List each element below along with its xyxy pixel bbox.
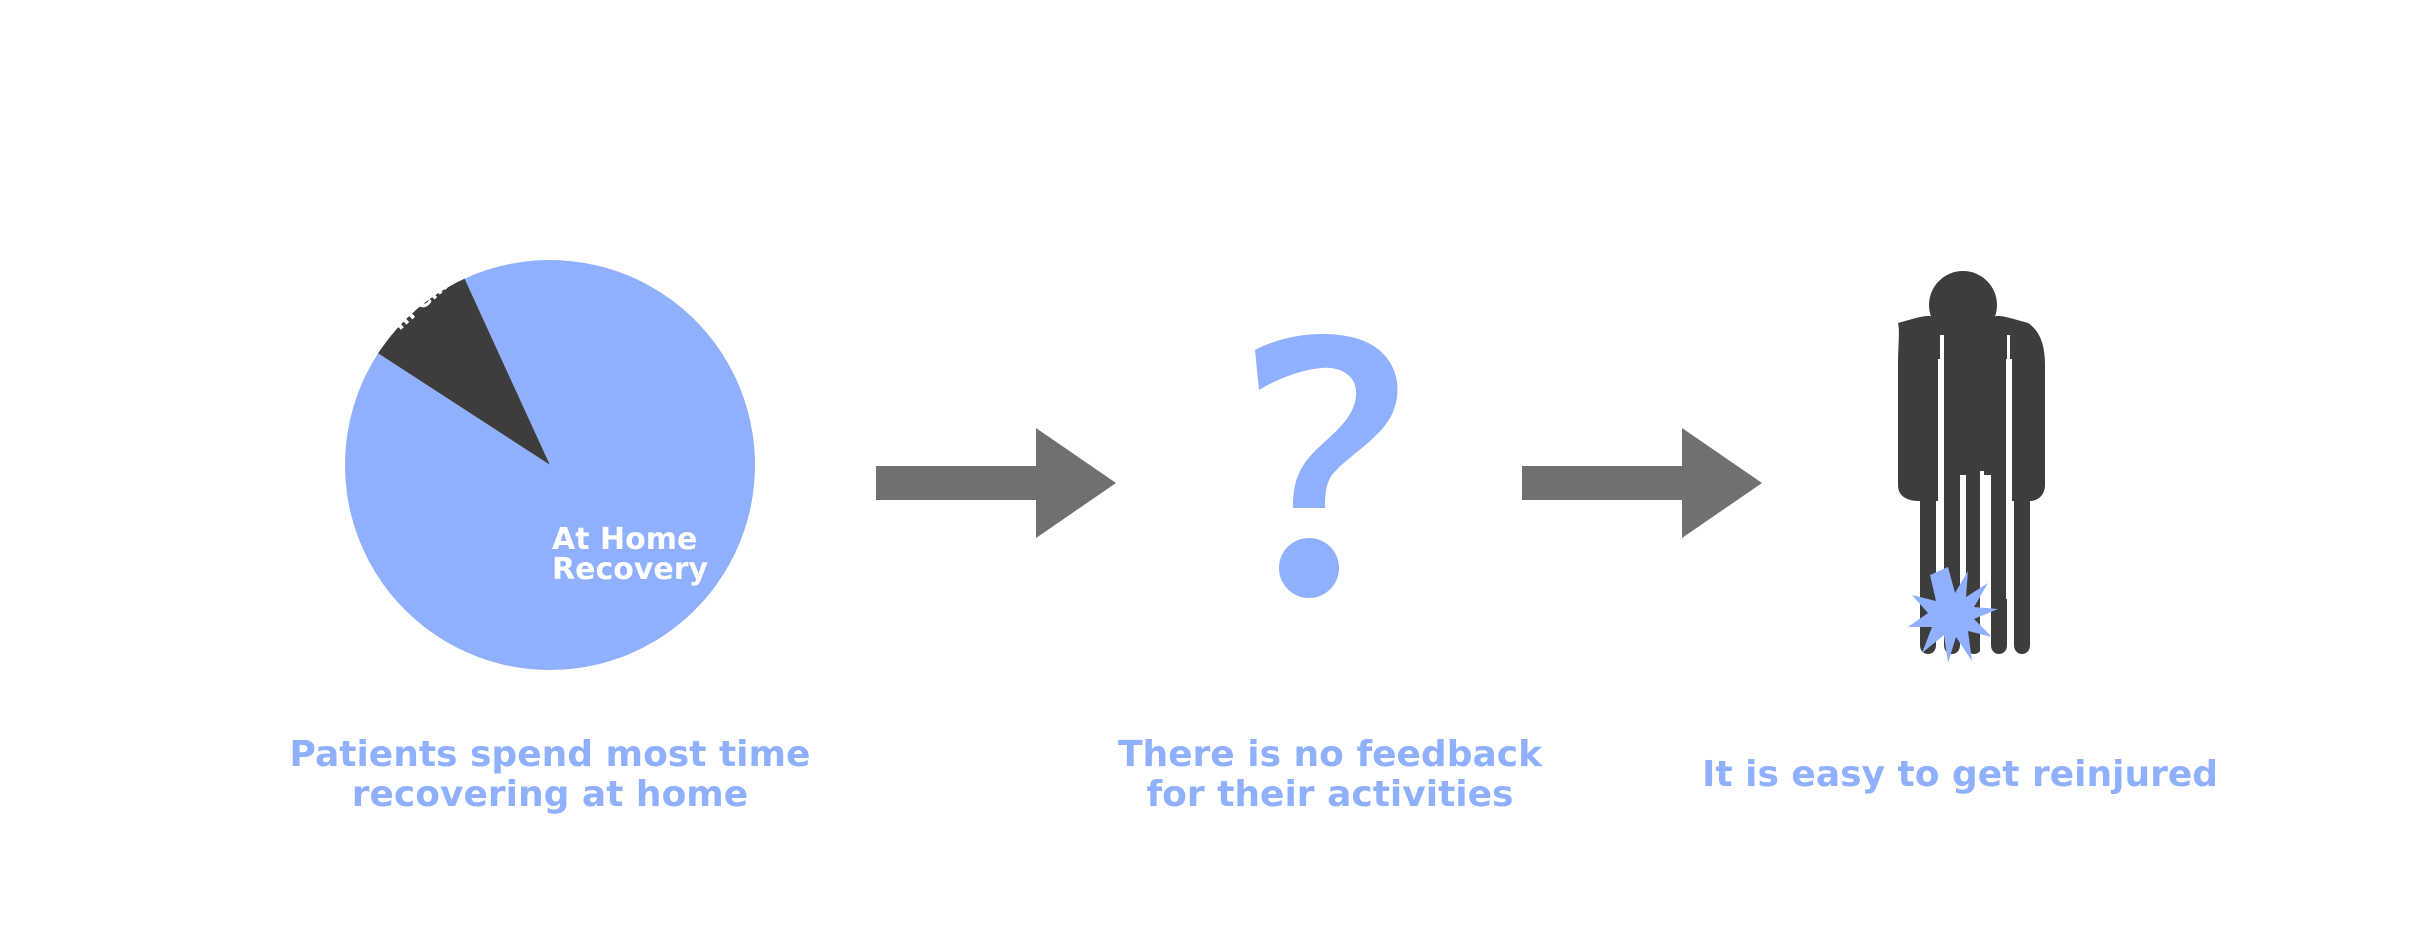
- pie-label-at-home: At Home Recovery: [552, 525, 708, 585]
- caption-line: There is no feedback: [1117, 734, 1543, 775]
- question-mark-icon: [1215, 290, 1415, 610]
- caption-home-recovery: Patients spend most time recovering at h…: [250, 735, 850, 815]
- injured-person-icon: [1860, 265, 2060, 665]
- pie-label-at-home-line2: Recovery: [552, 552, 709, 587]
- right-arrow-icon: [876, 428, 1116, 538]
- caption-reinjured: It is easy to get reinjured: [1660, 755, 2260, 795]
- caption-line: Patients spend most time: [289, 734, 811, 775]
- injury-burst-icon: [1908, 567, 1998, 663]
- caption-no-feedback: There is no feedback for their activitie…: [1030, 735, 1630, 815]
- caption-line: It is easy to get reinjured: [1701, 754, 2219, 795]
- caption-line: for their activities: [1146, 774, 1514, 815]
- caption-line: recovering at home: [351, 774, 749, 815]
- right-arrow-icon: [1522, 428, 1762, 538]
- recovery-pie-chart: In Clinic At Home Recovery: [340, 254, 760, 675]
